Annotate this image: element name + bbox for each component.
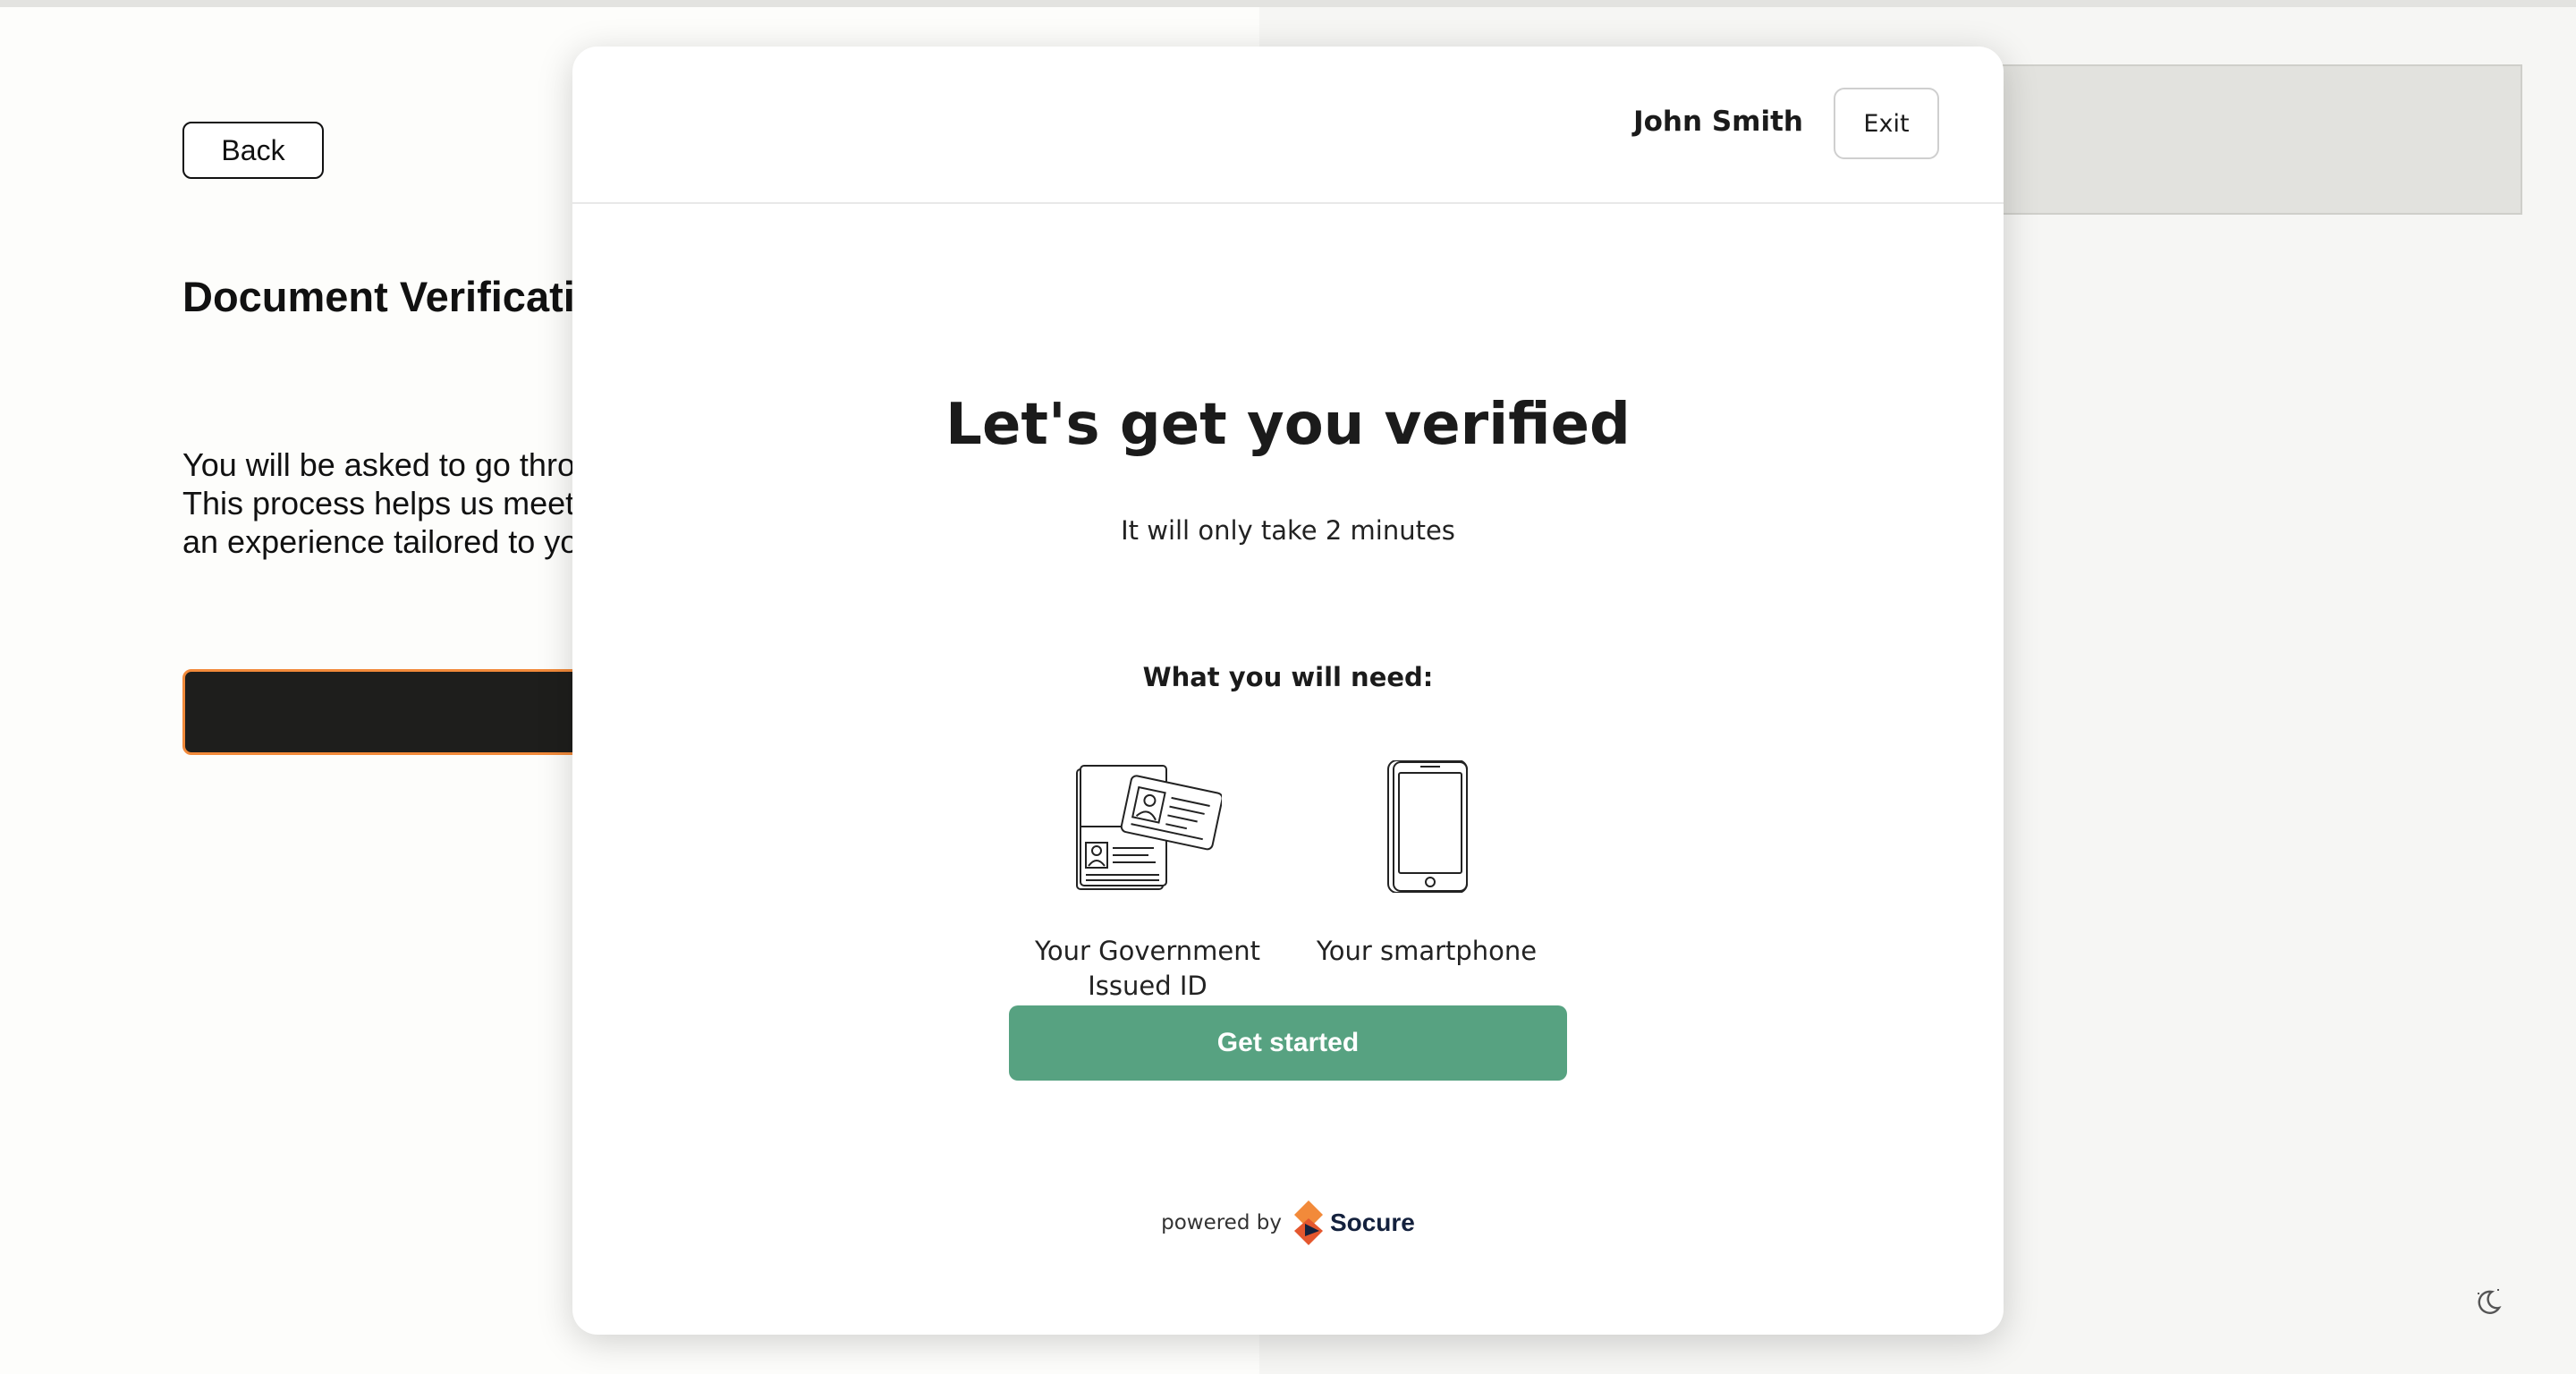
id-documents-icon xyxy=(1076,765,1222,890)
requirement-label: Your Government Issued ID xyxy=(1035,936,1260,1001)
modal-header: John Smith Exit xyxy=(572,47,2004,204)
socure-logo: Socure xyxy=(1292,1200,1415,1245)
background-banner xyxy=(1986,64,2522,215)
powered-by-text: powered by xyxy=(1161,1211,1282,1234)
exit-button[interactable]: Exit xyxy=(1834,88,1939,159)
get-started-button[interactable]: Get started xyxy=(1009,1005,1567,1081)
requirement-item-smartphone: Your smartphone xyxy=(1292,760,1561,969)
modal-title: Let's get you verified xyxy=(945,392,1631,458)
modal-subtitle: It will only take 2 minutes xyxy=(1121,515,1455,546)
requirements-heading: What you will need: xyxy=(1142,662,1434,692)
dark-mode-toggle-icon[interactable] xyxy=(2470,1285,2506,1320)
requirement-item-id: Your Government Issued ID xyxy=(1013,760,1282,1004)
requirement-label: Your smartphone xyxy=(1316,936,1538,966)
back-button[interactable]: Back xyxy=(182,122,324,179)
user-name: John Smith xyxy=(1633,106,1803,138)
verification-modal: John Smith Exit Let's get you verified I… xyxy=(572,47,2004,1335)
powered-by-footer: powered by Socure xyxy=(572,1200,2004,1245)
socure-brand-name: Socure xyxy=(1329,1209,1415,1236)
top-border xyxy=(0,0,2576,7)
socure-mark-icon xyxy=(1293,1200,1323,1245)
smartphone-icon xyxy=(1387,760,1468,893)
